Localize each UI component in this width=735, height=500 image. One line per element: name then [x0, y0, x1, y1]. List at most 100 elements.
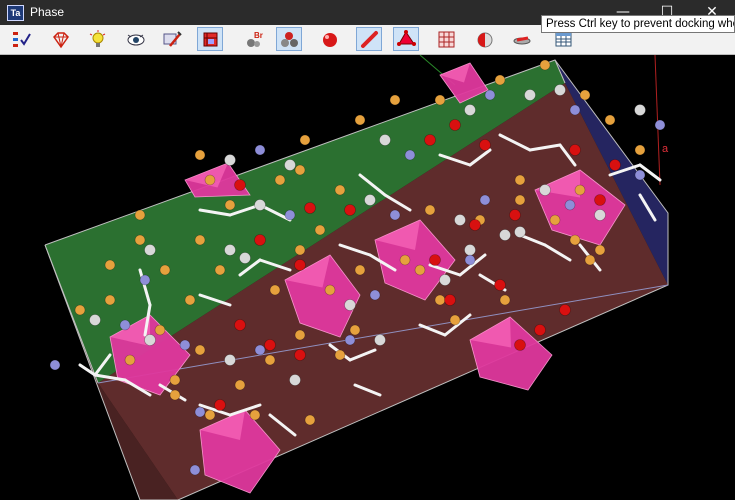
- label-pen-icon: [163, 31, 182, 47]
- crystal-structure-scene[interactable]: [0, 55, 735, 500]
- nitrogen-atom: [464, 254, 476, 266]
- fluorine-atom: [574, 184, 586, 196]
- fluorine-atom: [194, 234, 206, 246]
- nitrogen-atom: [254, 344, 266, 356]
- fluorine-atom: [514, 194, 526, 206]
- oxygen-atom: [534, 324, 546, 336]
- oxygen-atom: [559, 304, 571, 316]
- fluorine-atom: [514, 174, 526, 186]
- fluorine-atom: [354, 264, 366, 276]
- carbon-atom: [524, 89, 536, 101]
- fluorine-atom: [204, 409, 216, 421]
- nitrogen-atom: [479, 194, 491, 206]
- oxygen-atom: [294, 349, 306, 361]
- window-title: Phase: [30, 5, 65, 19]
- carbon-atom: [514, 226, 526, 238]
- fluorine-atom: [294, 244, 306, 256]
- grid-cube-button[interactable]: [433, 27, 459, 51]
- oxygen-atom: [304, 202, 316, 214]
- plane-button[interactable]: [509, 27, 535, 51]
- oxygen-sphere-button[interactable]: [316, 27, 342, 51]
- fluorine-atom: [294, 329, 306, 341]
- lightbulb-icon: [89, 30, 106, 47]
- half-sphere-icon: [477, 32, 493, 48]
- fluorine-atom: [124, 354, 136, 366]
- fluorine-atom: [569, 234, 581, 246]
- unit-cell-box-button[interactable]: [197, 27, 223, 51]
- nitrogen-atom: [389, 209, 401, 221]
- nitrogen-atom: [634, 169, 646, 181]
- carbon-atom: [239, 252, 251, 264]
- fluorine-atom: [194, 149, 206, 161]
- oxygen-atom: [254, 234, 266, 246]
- oxygen-atom: [569, 144, 581, 156]
- label-pen-button[interactable]: [159, 27, 185, 51]
- fluorine-atom: [104, 259, 116, 271]
- carbon-atom: [289, 374, 301, 386]
- nitrogen-atom: [564, 199, 576, 211]
- polyhedron-button[interactable]: [393, 27, 419, 51]
- fluorine-atom: [539, 59, 551, 71]
- oxygen-atom: [234, 319, 246, 331]
- nitrogen-atom: [654, 119, 666, 131]
- carbon-atom: [89, 314, 101, 326]
- grid-cube-icon: [438, 31, 455, 48]
- fluorine-atom: [334, 184, 346, 196]
- bromine-atoms-button[interactable]: Br: [241, 27, 267, 51]
- carbon-atom: [499, 229, 511, 241]
- structure-viewport[interactable]: a: [0, 55, 735, 500]
- nitrogen-atom: [139, 274, 151, 286]
- carbon-atom: [254, 199, 266, 211]
- oxygen-atom: [344, 204, 356, 216]
- fluorine-atom: [104, 294, 116, 306]
- nitrogen-atom: [179, 339, 191, 351]
- carbon-atom: [364, 194, 376, 206]
- nitrogen-atom: [254, 144, 266, 156]
- carbon-atom: [224, 354, 236, 366]
- fluorine-atom: [74, 304, 86, 316]
- oxygen-atom: [444, 294, 456, 306]
- carbon-atom: [464, 104, 476, 116]
- fluorine-atom: [134, 209, 146, 221]
- fluorine-atom: [274, 174, 286, 186]
- oxygen-atom: [449, 119, 461, 131]
- atoms-button[interactable]: [276, 27, 302, 51]
- fluorine-atom: [184, 294, 196, 306]
- fluorine-atom: [264, 354, 276, 366]
- fluorine-atom: [594, 244, 606, 256]
- fluorine-atom: [434, 94, 446, 106]
- eye-button[interactable]: [122, 27, 148, 51]
- carbon-atom: [374, 334, 386, 346]
- oxygen-atom: [609, 159, 621, 171]
- fluorine-atom: [334, 349, 346, 361]
- half-sphere-button[interactable]: [471, 27, 497, 51]
- carbon-atom: [144, 334, 156, 346]
- carbon-atom: [454, 214, 466, 226]
- fluorine-atom: [399, 254, 411, 266]
- carbon-atom: [284, 159, 296, 171]
- fluorine-atom: [314, 224, 326, 236]
- oxygen-atom: [509, 209, 521, 221]
- fluorine-atom: [224, 199, 236, 211]
- fluorine-atom: [249, 409, 261, 421]
- oxygen-atom: [594, 194, 606, 206]
- carbon-atom: [224, 244, 236, 256]
- fluorine-atom: [169, 374, 181, 386]
- bromine-atoms-icon: Br: [247, 31, 263, 47]
- fluorine-atom: [269, 284, 281, 296]
- plane-icon: [513, 36, 531, 45]
- list-check-button[interactable]: [8, 27, 34, 51]
- bond-stick-button[interactable]: [356, 27, 382, 51]
- bond-stick-icon: [361, 31, 378, 48]
- crystal-gem-button[interactable]: [47, 27, 73, 51]
- fluorine-atom: [434, 294, 446, 306]
- fluorine-atom: [389, 94, 401, 106]
- fluorine-atom: [324, 284, 336, 296]
- fluorine-atom: [294, 164, 306, 176]
- oxygen-atom: [469, 219, 481, 231]
- fluorine-atom: [169, 389, 181, 401]
- lightbulb-button[interactable]: [84, 27, 110, 51]
- axis-a-label: a: [662, 143, 669, 155]
- polyhedron-icon: [397, 30, 416, 46]
- fluorine-atom: [159, 264, 171, 276]
